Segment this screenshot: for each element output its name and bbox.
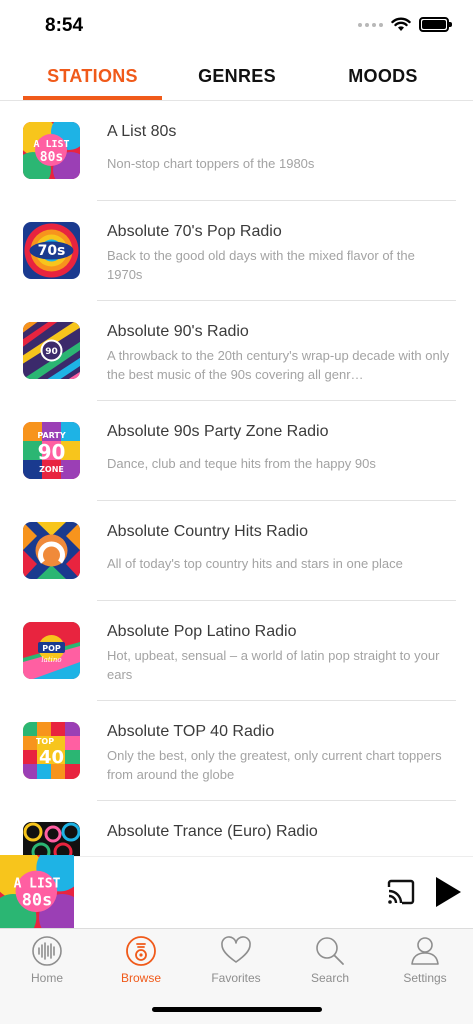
svg-text:ZONE: ZONE — [39, 465, 64, 474]
90s-art: 90 — [23, 322, 80, 379]
person-icon — [411, 937, 439, 965]
party-90s-art: PARTY 90 ZONE — [23, 422, 80, 479]
station-description: Back to the good old days with the mixed… — [107, 248, 415, 282]
svg-text:40: 40 — [39, 747, 64, 768]
station-title: Absolute Pop Latino Radio — [107, 623, 297, 640]
svg-text:A LIST: A LIST — [33, 139, 69, 150]
home-indicator[interactable] — [152, 1007, 322, 1012]
tab-label: Home — [30, 971, 63, 985]
station-description: A throwback to the 20th century's wrap-u… — [107, 348, 450, 382]
svg-text:POP: POP — [42, 644, 61, 653]
svg-text:90: 90 — [38, 440, 66, 464]
tab-label: Search — [310, 971, 350, 985]
wifi-icon — [391, 17, 411, 31]
station-row[interactable]: POP latino Absolute Pop Latino Radio Hot… — [0, 601, 473, 701]
station-row[interactable]: A LIST 80s A List 80s Non-stop chart top… — [0, 101, 473, 201]
tab-search[interactable]: Search — [283, 935, 377, 995]
tab-stations[interactable]: STATIONS — [23, 66, 162, 87]
station-row[interactable]: PARTY 90 ZONE Absolute 90s Party Zone Ra… — [0, 401, 473, 501]
category-tabs: STATIONS GENRES MOODS — [0, 56, 473, 101]
now-playing-art[interactable]: A LIST 80s — [0, 855, 74, 929]
station-row[interactable]: 90 Absolute 90's Radio A throwback to th… — [0, 301, 473, 401]
station-description: All of today's top country hits and star… — [107, 556, 403, 571]
station-title: Absolute TOP 40 Radio — [107, 723, 275, 740]
tab-label: Favorites — [211, 971, 261, 985]
mini-player[interactable]: A LIST 80s — [0, 855, 473, 929]
svg-text:PARTY: PARTY — [37, 431, 66, 440]
waveform-icon — [32, 936, 62, 966]
tab-moods[interactable]: MOODS — [318, 66, 448, 87]
station-row[interactable]: Absolute Trance (Euro) Radio — [0, 801, 473, 856]
status-bar: 8:54 — [0, 0, 473, 56]
svg-text:80s: 80s — [22, 890, 52, 910]
station-description: Non-stop chart toppers of the 1980s — [107, 156, 315, 171]
tab-settings[interactable]: Settings — [378, 935, 472, 995]
heart-icon — [221, 936, 251, 963]
tab-label: Browse — [120, 971, 161, 985]
70s-art: 70s — [23, 222, 80, 279]
svg-text:80s: 80s — [40, 150, 63, 165]
tab-browse[interactable]: Browse — [94, 935, 188, 995]
active-tab-indicator — [23, 96, 162, 100]
station-title: Absolute 90's Radio — [107, 323, 249, 340]
tab-label: Settings — [403, 971, 447, 985]
status-time: 8:54 — [45, 15, 84, 36]
station-title: Absolute 90s Party Zone Radio — [107, 423, 329, 440]
pop-latino-art: POP latino — [23, 622, 80, 679]
station-title: Absolute 70's Pop Radio — [107, 223, 282, 240]
cast-icon[interactable] — [386, 879, 416, 905]
svg-text:90: 90 — [45, 347, 58, 357]
search-icon — [316, 937, 344, 965]
station-title: Absolute Country Hits Radio — [107, 523, 308, 540]
battery-icon — [419, 17, 452, 32]
svg-text:TOP: TOP — [36, 737, 54, 746]
tab-favorites[interactable]: Favorites — [189, 935, 283, 995]
alist-80s-art: A LIST 80s — [23, 122, 80, 179]
station-row[interactable]: Absolute Country Hits Radio All of today… — [0, 501, 473, 601]
station-title: Absolute Trance (Euro) Radio — [107, 823, 318, 840]
station-description: Dance, club and teque hits from the happ… — [107, 456, 376, 471]
station-row[interactable]: 70s Absolute 70's Pop Radio Back to the … — [0, 201, 473, 301]
tab-home[interactable]: Home — [0, 935, 94, 995]
cellular-signal-icon — [358, 22, 383, 27]
browse-icon — [126, 936, 156, 966]
station-list[interactable]: A LIST 80s A List 80s Non-stop chart top… — [0, 101, 473, 856]
play-icon[interactable] — [434, 876, 462, 908]
status-icons — [358, 17, 452, 32]
top40-art: TOP 40 — [23, 722, 80, 779]
country-art — [23, 522, 80, 579]
station-description: Hot, upbeat, sensual – a world of latin … — [107, 648, 440, 682]
tab-genres[interactable]: GENRES — [172, 66, 302, 87]
svg-text:70s: 70s — [38, 243, 66, 259]
trance-art — [23, 822, 80, 856]
station-row[interactable]: TOP 40 Absolute TOP 40 Radio Only the be… — [0, 701, 473, 801]
station-title: A List 80s — [107, 123, 177, 140]
station-description: Only the best, only the greatest, only c… — [107, 748, 442, 782]
svg-text:latino: latino — [41, 656, 61, 664]
